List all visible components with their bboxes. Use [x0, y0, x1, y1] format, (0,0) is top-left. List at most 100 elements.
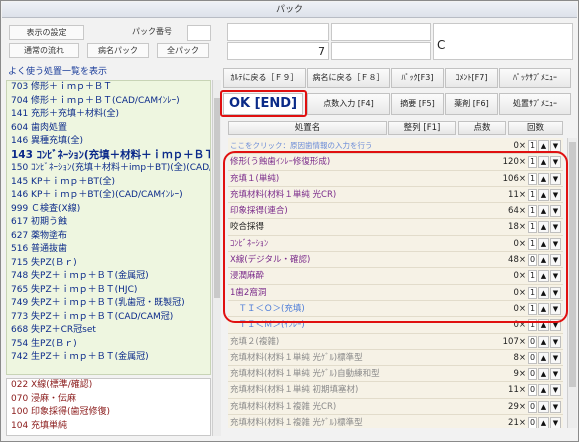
times-input[interactable]: 0	[528, 400, 537, 413]
increment-arrow-icon[interactable]: ▲	[538, 368, 549, 381]
treatment-name: 充填材料(材料１単純 光ｹﾞﾙ)標準型	[230, 352, 363, 363]
points-value: 11×	[508, 385, 526, 396]
pack-number-input[interactable]	[187, 25, 211, 41]
times-input[interactable]: 0	[528, 417, 537, 428]
info-box-2	[331, 23, 431, 41]
decrement-arrow-icon[interactable]: ▼	[550, 351, 561, 364]
list-item[interactable]: 617 初期う蝕	[7, 216, 210, 230]
scrollbar-thumb[interactable]	[214, 98, 220, 298]
list-item[interactable]: 141 充形＋充填＋材料(全)	[7, 108, 210, 122]
points-number: 21	[508, 418, 519, 428]
pack-number-label: パック番号	[132, 27, 172, 36]
points-number: 8	[513, 352, 519, 363]
times-input[interactable]: 0	[528, 335, 537, 348]
times-input[interactable]: 0	[528, 384, 537, 397]
treatment-submenu-button[interactable]: 処置ｻﾌﾞﾒﾆｭｰ	[499, 93, 571, 115]
recent-list-item[interactable]: 100 印象採得(歯冠修復)	[7, 406, 210, 420]
back-to-disease-button[interactable]: 病名に戻る［Ｆ８］	[307, 68, 390, 88]
col-points: 点数	[458, 121, 506, 135]
decrement-arrow-icon[interactable]: ▼	[550, 368, 561, 381]
recent-list-item[interactable]: 070 浸麻・伝麻	[7, 393, 210, 407]
increment-arrow-icon[interactable]: ▲	[538, 417, 549, 428]
all-pack-button[interactable]: 全パック	[157, 43, 209, 58]
list-item[interactable]: 715 失PZ(Ｂｒ)	[7, 257, 210, 271]
list-item[interactable]: 703 修形＋ｉｍｐ＋ＢＴ	[7, 81, 210, 95]
increment-arrow-icon[interactable]: ▲	[538, 400, 549, 413]
recent-treatment-list: 022 X線(標準/確認) 070 浸麻・伝麻 100 印象採得(歯冠修復) 104 …	[6, 378, 211, 436]
increment-arrow-icon[interactable]: ▲	[538, 384, 549, 397]
list-item[interactable]: 668 失PZ＋CR冠set	[7, 324, 210, 338]
points-number: 0	[513, 141, 519, 151]
comment-button[interactable]: ｺﾒﾝﾄ[F7]	[445, 68, 498, 88]
treatment-name: 充填材料(材料１単純 光ｹﾞﾙ)自動練和型	[230, 369, 380, 380]
list-scrollbar[interactable]	[212, 80, 221, 436]
disease-pack-button[interactable]: 病名パック	[87, 43, 149, 58]
list-item[interactable]: 146 異種充填(全)	[7, 135, 210, 149]
info-box-1	[227, 23, 329, 41]
normal-flow-button[interactable]: 通常の流れ	[9, 43, 79, 58]
summary-button[interactable]: 摘要 [F5]	[391, 93, 444, 115]
col-treatment-name: 処置名	[228, 121, 387, 135]
list-item[interactable]: 627 薬物塗布	[7, 230, 210, 244]
recent-list-item[interactable]: 022 X線(標準/確認)	[7, 379, 210, 393]
table-row[interactable]: 充填材料(材料１複雑 光CR) 29× 0 ▲ ▼	[228, 399, 563, 416]
points-value: 29×	[508, 401, 526, 412]
list-item[interactable]: 773 失PZ＋ｉｍｐ＋ＢＴ(CAD/CAM冠)	[7, 311, 210, 325]
col-times: 回数	[508, 121, 563, 135]
list-item[interactable]: 516 普通抜歯	[7, 243, 210, 257]
decrement-arrow-icon[interactable]: ▼	[550, 400, 561, 413]
table-row[interactable]: 充填２(複雑) 107× 0 ▲ ▼	[228, 334, 563, 350]
list-item[interactable]: 748 失PZ＋ｉｍｐ＋ＢＴ(金属冠)	[7, 270, 210, 284]
drugs-button[interactable]: 薬剤 [F6]	[445, 93, 498, 115]
points-value: 107×	[502, 336, 526, 347]
times-input[interactable]: 0	[528, 351, 537, 364]
times-input[interactable]: 0	[528, 368, 537, 381]
info-box-4	[331, 42, 431, 60]
points-number: 9	[513, 369, 519, 380]
points-input-button[interactable]: 点数入力 [F4]	[307, 93, 390, 115]
treatment-name: 充填材料(材料１複雑 光CR)	[230, 401, 337, 412]
table-row[interactable]: 充填材料(材料１単純 初期填塞材) 11× 0 ▲ ▼	[228, 382, 563, 399]
treatment-name: 充填２(複雑)	[230, 336, 280, 347]
list-item[interactable]: 604 歯肉処置	[7, 122, 210, 136]
scrollbar-thumb[interactable]	[569, 142, 576, 387]
list-item[interactable]: 742 生PZ＋ｉｍｐ＋ＢＴ(金属冠)	[7, 351, 210, 365]
list-item[interactable]: 145 KP＋ｉｍｐ＋BT(全)	[7, 176, 210, 190]
table-scrollbar[interactable]	[567, 138, 577, 428]
pack-window: パック 表示の設定 パック番号 通常の流れ 病名パック 全パック 7 C よく使…	[0, 0, 579, 442]
decrement-arrow-icon[interactable]: ▼	[550, 417, 561, 428]
ok-end-highlight	[220, 90, 307, 117]
pack-button[interactable]: ﾊﾟｯｸ[F3]	[391, 68, 444, 88]
window-title: パック	[2, 2, 577, 18]
points-value: 8×	[513, 352, 526, 363]
points-number: 11	[508, 385, 519, 396]
frequent-treatment-list: 703 修形＋ｉｍｐ＋ＢＴ 704 修形＋ｉｍｐ＋ＢＴ(CAD/CAMｲﾝﾚｰ) 1…	[6, 80, 211, 375]
list-item[interactable]: 999 Ｃ検査(X線)	[7, 203, 210, 217]
table-row[interactable]: 充填材料(材料１単純 光ｹﾞﾙ)自動練和型 9× 0 ▲ ▼	[228, 366, 563, 383]
table-row[interactable]: 充填材料(材料１複雑 光ｹﾞﾙ)標準型 21× 0 ▲ ▼	[228, 415, 563, 428]
back-to-kart-button[interactable]: ｶﾙﾃに戻る［Ｆ９］	[223, 68, 306, 88]
pack-submenu-button[interactable]: ﾊﾟｯｸｻﾌﾞﾒﾆｭｰ	[499, 68, 571, 88]
list-title[interactable]: よく使う処置一覧を表示	[6, 65, 219, 79]
treatment-name: 充填材料(材料１複雑 光ｹﾞﾙ)標準型	[230, 418, 363, 428]
points-number: 107	[502, 336, 519, 347]
list-item[interactable]: 749 失PZ＋ｉｍｐ＋ＢＴ(乳歯冠・既製冠)	[7, 297, 210, 311]
list-item[interactable]: 765 失PZ＋ｉｍｐ＋ＢＴ(HJC)	[7, 284, 210, 298]
list-item[interactable]: 146 KP＋ｉｍｐ＋BT(全)(CAD/CAMｲﾝﾚｰ)	[7, 189, 210, 203]
c-value-box: C	[433, 23, 573, 60]
list-item[interactable]: 150 ｺﾝﾋﾞﾈｰｼｮﾝ(充填＋材料＋imp＋BT)(全)(CAD/	[7, 162, 210, 176]
decrement-arrow-icon[interactable]: ▼	[550, 335, 561, 348]
recent-list-item[interactable]: 104 充填単純	[7, 420, 210, 434]
increment-arrow-icon[interactable]: ▲	[538, 351, 549, 364]
treatment-name: 充填材料(材料１単純 初期填塞材)	[230, 385, 359, 396]
sort-button[interactable]: 整列 [F1]	[388, 121, 456, 135]
list-item[interactable]: 143 ｺﾝﾋﾞﾈｰｼｮﾝ(充填＋材料＋ｉｍｐ＋ＢＴ	[7, 149, 210, 163]
points-number: 29	[508, 401, 519, 412]
increment-arrow-icon[interactable]: ▲	[538, 335, 549, 348]
list-item[interactable]: 704 修形＋ｉｍｐ＋ＢＴ(CAD/CAMｲﾝﾚｰ)	[7, 95, 210, 109]
list-item[interactable]: 754 生PZ(Ｂｒ)	[7, 338, 210, 352]
settings-button[interactable]: 表示の設定	[9, 25, 84, 40]
table-row[interactable]: 充填材料(材料１単純 光ｹﾞﾙ)標準型 8× 0 ▲ ▼	[228, 350, 563, 367]
decrement-arrow-icon[interactable]: ▼	[550, 384, 561, 397]
points-value: 9×	[513, 369, 526, 380]
